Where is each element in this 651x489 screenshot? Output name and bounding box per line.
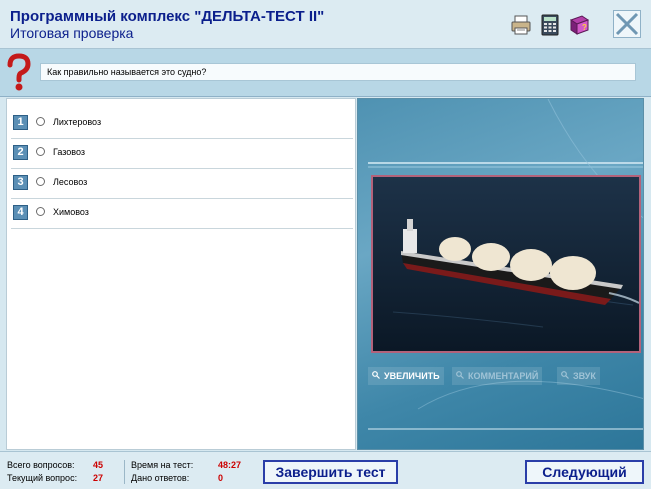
comment-button[interactable]: КОММЕНТАРИЙ	[452, 367, 543, 385]
printer-icon[interactable]	[510, 14, 532, 36]
sound-button-label: ЗВУК	[573, 371, 596, 381]
footer: Всего вопросов: 45 Текущий вопрос: 27 Вр…	[0, 451, 651, 489]
ship-photo	[371, 175, 641, 353]
answer-label: Химовоз	[53, 207, 89, 217]
app-title: Программный комплекс "ДЕЛЬТА-ТЕСТ II"	[10, 8, 325, 25]
finish-test-button[interactable]: Завершить тест	[263, 460, 398, 484]
lng-tanker-ship-photo	[373, 177, 639, 351]
answer-label: Лесовоз	[53, 177, 88, 187]
answer-label: Газовоз	[53, 147, 86, 157]
zoom-button[interactable]: УВЕЛИЧИТЬ	[368, 367, 444, 385]
time-value: 48:27	[218, 460, 242, 470]
answer-radio[interactable]	[36, 117, 45, 126]
current-question-label: Текущий вопрос:	[7, 473, 78, 483]
magnifier-icon	[372, 371, 380, 379]
header: Программный комплекс "ДЕЛЬТА-ТЕСТ II" Ит…	[0, 0, 651, 49]
media-panel: УВЕЛИЧИТЬ КОММЕНТАРИЙ ЗВУК	[357, 98, 644, 450]
next-button[interactable]: Следующий	[525, 460, 644, 484]
answer-radio[interactable]	[36, 147, 45, 156]
magnifier-icon	[456, 371, 464, 379]
answer-radio[interactable]	[36, 177, 45, 186]
answer-option-4[interactable]: 4 Химовоз	[11, 199, 353, 229]
total-questions-value: 45	[93, 460, 104, 470]
calculator-icon[interactable]	[539, 14, 561, 36]
answer-number: 2	[13, 145, 28, 160]
question-mark-icon	[4, 53, 34, 93]
sound-button[interactable]: ЗВУК	[557, 367, 600, 385]
answers-given-label: Дано ответов:	[131, 473, 190, 483]
close-button[interactable]	[613, 10, 641, 38]
book-icon[interactable]: ?	[568, 14, 590, 36]
answer-number: 3	[13, 175, 28, 190]
answers-given-value: 0	[218, 473, 224, 483]
answer-number: 1	[13, 115, 28, 130]
time-label: Время на тест:	[131, 460, 194, 470]
answer-radio[interactable]	[36, 207, 45, 216]
answer-number: 4	[13, 205, 28, 220]
comment-button-label: КОММЕНТАРИЙ	[468, 371, 539, 381]
divider	[124, 460, 125, 484]
question-bar: Как правильно называется это судно?	[0, 49, 651, 97]
answers-panel: 1 Лихтеровоз 2 Газовоз 3 Лесовоз 4 Химов…	[6, 98, 356, 450]
magnifier-icon	[561, 371, 569, 379]
svg-text:?: ?	[582, 23, 587, 32]
zoom-button-label: УВЕЛИЧИТЬ	[384, 371, 440, 381]
app-subtitle: Итоговая проверка	[10, 25, 134, 41]
total-questions-label: Всего вопросов:	[7, 460, 75, 470]
current-question-value: 27	[93, 473, 104, 483]
answer-option-2[interactable]: 2 Газовоз	[11, 139, 353, 169]
answer-option-1[interactable]: 1 Лихтеровоз	[11, 109, 353, 139]
close-icon	[615, 12, 639, 36]
answer-label: Лихтеровоз	[53, 117, 102, 127]
answer-option-3[interactable]: 3 Лесовоз	[11, 169, 353, 199]
question-text: Как правильно называется это судно?	[40, 63, 636, 81]
